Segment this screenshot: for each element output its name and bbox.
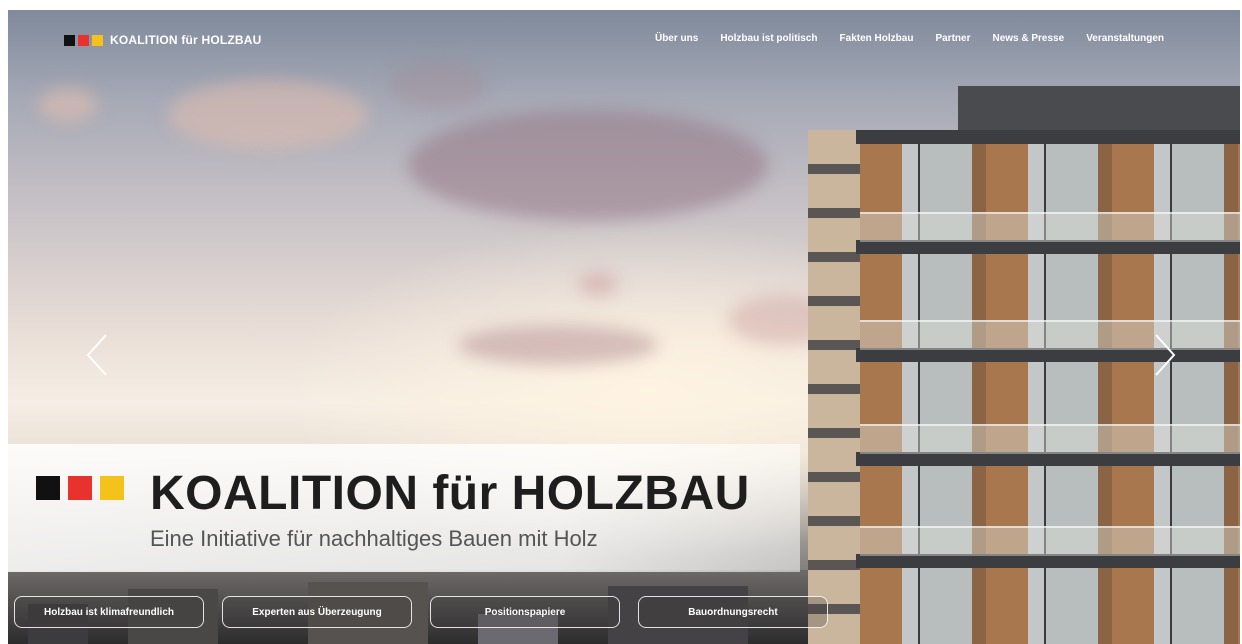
- hero-square-black: [36, 476, 60, 500]
- quick-link-bauordnungsrecht-button[interactable]: Bauordnungsrecht: [638, 596, 828, 628]
- floor-slab: [856, 554, 1240, 568]
- hero-square-gold: [100, 476, 124, 500]
- floor-slab: [856, 240, 1240, 254]
- quick-link-buttons: Holzbau ist klimafreundlich Experten aus…: [14, 596, 828, 628]
- balcony-railing: [860, 320, 1240, 350]
- slider-next-button[interactable]: [1154, 333, 1176, 377]
- building-roof: [958, 86, 1240, 130]
- floor-slab: [856, 130, 1240, 144]
- site-logo[interactable]: KOALITION für HOLZBAU: [64, 33, 262, 47]
- main-menu: Über uns Holzbau ist politisch Fakten Ho…: [655, 33, 1164, 44]
- hero-square-red: [68, 476, 92, 500]
- cloud: [408, 110, 768, 220]
- cloud: [168, 80, 368, 150]
- hero-subtitle: Eine Initiative für nachhaltiges Bauen m…: [150, 526, 598, 551]
- quick-link-positionspapiere-button[interactable]: Positionspapiere: [430, 596, 620, 628]
- hero-logo-squares: [36, 476, 124, 500]
- logo-square-black: [64, 34, 75, 46]
- nav-item-fakten-holzbau[interactable]: Fakten Holzbau: [840, 33, 914, 44]
- slider-prev-button[interactable]: [86, 333, 108, 377]
- quick-link-klimafreundlich-button[interactable]: Holzbau ist klimafreundlich: [14, 596, 204, 628]
- cloud: [38, 88, 98, 122]
- nav-item-ueber-uns[interactable]: Über uns: [655, 33, 698, 44]
- floor-slab: [856, 452, 1240, 466]
- cloud: [578, 272, 618, 296]
- logo-text: KOALITION für HOLZBAU: [110, 33, 262, 47]
- nav-item-veranstaltungen[interactable]: Veranstaltungen: [1086, 33, 1164, 44]
- cloud: [458, 325, 658, 365]
- top-navigation: KOALITION für HOLZBAU Über uns Holzbau i…: [0, 10, 1242, 66]
- nav-item-news-presse[interactable]: News & Presse: [992, 33, 1064, 44]
- chevron-left-icon: [86, 334, 107, 376]
- cloud: [388, 60, 488, 110]
- balcony-railing: [860, 212, 1240, 242]
- building-side: [808, 130, 860, 644]
- chevron-right-icon: [1155, 334, 1176, 376]
- logo-square-gold: [92, 34, 103, 46]
- nav-item-holzbau-politisch[interactable]: Holzbau ist politisch: [720, 33, 817, 44]
- nav-item-partner[interactable]: Partner: [935, 33, 970, 44]
- logo-square-red: [78, 34, 89, 46]
- hero-title: KOALITION für HOLZBAU: [150, 467, 750, 520]
- balcony-railing: [860, 526, 1240, 556]
- quick-link-experten-button[interactable]: Experten aus Überzeugung: [222, 596, 412, 628]
- balcony-railing: [860, 424, 1240, 454]
- floor-slab: [856, 348, 1240, 362]
